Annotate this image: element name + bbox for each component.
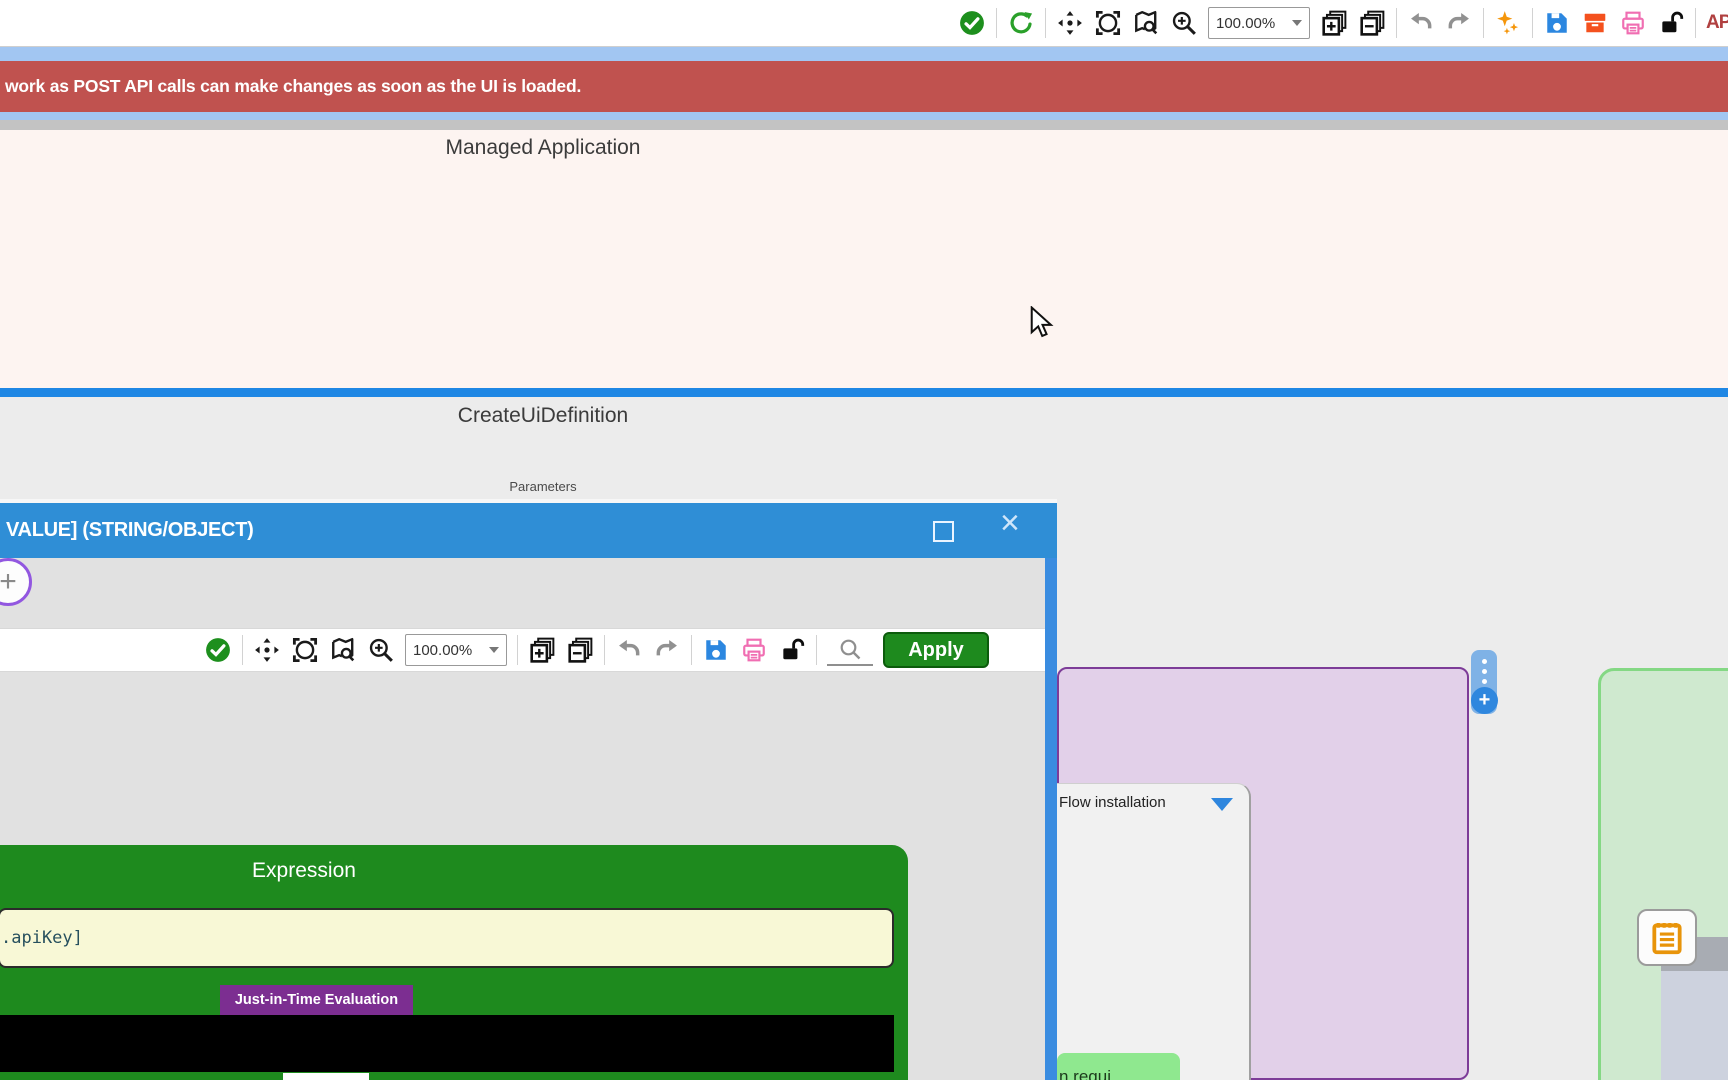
print-icon[interactable] — [740, 636, 768, 664]
zoom-level-value: 100.00% — [1216, 15, 1275, 32]
ai-sparkles-icon[interactable] — [1494, 9, 1522, 37]
save-icon[interactable] — [702, 636, 730, 664]
request-node[interactable]: n requi — [1057, 1053, 1180, 1080]
inline-field[interactable] — [283, 1073, 369, 1080]
redo-icon[interactable] — [653, 636, 681, 664]
maximize-icon[interactable] — [933, 521, 954, 542]
window-body — [1661, 971, 1728, 1080]
pan-icon[interactable] — [253, 636, 281, 664]
toolbar-separator — [242, 635, 243, 665]
app-logo: AP — [1706, 12, 1728, 34]
clipboard-node[interactable] — [1637, 909, 1697, 966]
managed-application-canvas[interactable] — [0, 130, 1728, 388]
flow-installation-label: Flow installation — [1059, 794, 1166, 811]
zoom-in-icon[interactable] — [367, 636, 395, 664]
validate-check-icon[interactable] — [204, 636, 232, 664]
main-toolbar: 100.00% AP — [0, 0, 1728, 47]
map-search-icon[interactable] — [1132, 9, 1160, 37]
undo-icon[interactable] — [1407, 9, 1435, 37]
dialog-right-border — [1045, 558, 1057, 1080]
section-divider — [0, 388, 1728, 397]
apply-button[interactable]: Apply — [883, 632, 989, 668]
zoom-level-select[interactable]: 100.00% — [405, 634, 507, 666]
blue-strip-bottom — [0, 112, 1728, 120]
warning-banner: work as POST API calls can make changes … — [0, 61, 1728, 112]
dropdown-triangle-icon[interactable] — [1211, 798, 1233, 811]
chevron-down-icon — [1292, 20, 1302, 26]
zoom-level-select[interactable]: 100.00% — [1208, 7, 1310, 39]
expression-panel: Expression .apiKey] Just-in-Time Evaluat… — [0, 845, 908, 1080]
refresh-icon[interactable] — [1007, 9, 1035, 37]
add-page-icon[interactable] — [1320, 9, 1348, 37]
validate-check-icon[interactable] — [958, 9, 986, 37]
parameters-label: Parameters — [0, 479, 1086, 494]
toolbar-separator — [1045, 8, 1046, 38]
toolbar-separator — [1483, 8, 1484, 38]
create-ui-definition-title: CreateUiDefinition — [0, 404, 1086, 428]
map-search-icon[interactable] — [329, 636, 357, 664]
expression-value-text: .apiKey] — [0, 928, 83, 948]
unlock-icon[interactable] — [1657, 9, 1685, 37]
managed-application-title: Managed Application — [0, 136, 1086, 160]
dot-icon — [1482, 659, 1487, 664]
dialog-title: VALUE] (STRING/OBJECT) — [0, 519, 253, 542]
toolbar-separator — [604, 635, 605, 665]
gray-strip — [0, 120, 1728, 130]
circle-select-icon[interactable] — [1094, 9, 1122, 37]
dialog-titlebar[interactable]: VALUE] (STRING/OBJECT) × — [0, 503, 1057, 558]
search-icon — [838, 637, 862, 661]
toolbar-separator — [1695, 8, 1696, 38]
expression-code-area[interactable] — [0, 1015, 894, 1072]
toolbar-separator — [691, 635, 692, 665]
clipboard-icon — [1648, 919, 1686, 957]
expression-header: Expression — [0, 859, 908, 883]
save-icon[interactable] — [1543, 9, 1571, 37]
undo-icon[interactable] — [615, 636, 643, 664]
redo-icon[interactable] — [1445, 9, 1473, 37]
pan-icon[interactable] — [1056, 9, 1084, 37]
remove-page-icon[interactable] — [566, 636, 594, 664]
toolbar-separator — [816, 635, 817, 665]
warning-banner-text: work as POST API calls can make changes … — [0, 76, 581, 97]
archive-icon[interactable] — [1581, 9, 1609, 37]
remove-page-icon[interactable] — [1358, 9, 1386, 37]
app-screen: 100.00% AP work as POST API calls can ma… — [0, 0, 1728, 1080]
circle-select-icon[interactable] — [291, 636, 319, 664]
flow-installation-panel[interactable]: Flow installation — [1050, 783, 1251, 1080]
blue-strip-top — [0, 47, 1728, 61]
toolbar-separator — [996, 8, 997, 38]
toolbar-separator — [1532, 8, 1533, 38]
toolbar-separator — [1396, 8, 1397, 38]
unlock-icon[interactable] — [778, 636, 806, 664]
chevron-down-icon — [489, 647, 499, 653]
add-page-icon[interactable] — [528, 636, 556, 664]
dialog-toolbar: 100.00% Apply — [0, 628, 1045, 672]
add-node-button[interactable]: + — [1471, 687, 1498, 714]
dot-icon — [1482, 679, 1487, 684]
close-icon[interactable]: × — [1000, 506, 1020, 540]
jit-evaluation-badge: Just-in-Time Evaluation — [220, 985, 413, 1015]
expression-value-input[interactable]: .apiKey] — [0, 908, 894, 968]
request-node-text: n requi — [1059, 1067, 1111, 1080]
zoom-in-icon[interactable] — [1170, 9, 1198, 37]
zoom-level-value: 100.00% — [413, 642, 472, 659]
search-input[interactable] — [827, 634, 873, 666]
dot-icon — [1482, 669, 1487, 674]
print-icon[interactable] — [1619, 9, 1647, 37]
toolbar-separator — [517, 635, 518, 665]
